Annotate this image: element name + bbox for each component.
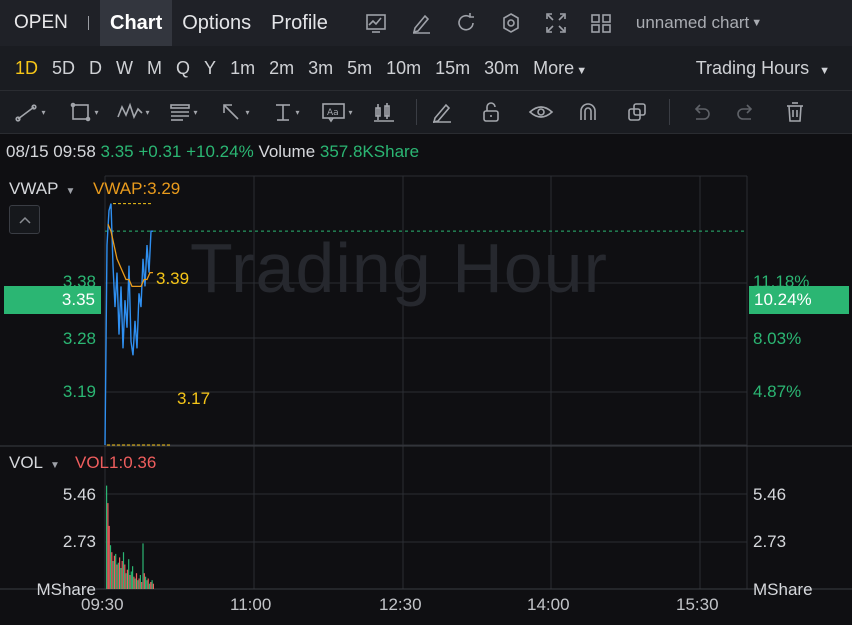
chevron-down-icon: ▼ <box>65 186 76 197</box>
vol-indicator-dropdown[interactable]: VOL ▼ <box>9 453 67 473</box>
time-axis-tick: 11:00 <box>230 595 272 614</box>
volume-bar <box>107 503 109 589</box>
time-axis-tick: 15:30 <box>676 595 719 614</box>
price-axis-left-tick: 3.19 <box>62 382 96 401</box>
indicator-name: VOL <box>9 453 44 472</box>
volume-bar <box>142 543 144 589</box>
low-price-label: 3.17 <box>177 389 211 408</box>
chevron-up-icon <box>18 216 31 224</box>
volume-bar <box>148 583 151 589</box>
volume-axis-left-tick: 2.73 <box>62 532 96 551</box>
volume-bar <box>143 573 145 589</box>
volume-bar <box>111 552 113 589</box>
volume-bar <box>116 564 118 589</box>
volume-bar <box>115 553 117 589</box>
volume-bar <box>133 576 135 589</box>
time-axis-tick: 14:00 <box>527 595 570 614</box>
volume-bar <box>152 583 154 589</box>
volume-bar <box>128 559 130 589</box>
current-pct-tag: 10.24% <box>749 286 849 314</box>
volume-bar <box>117 562 119 589</box>
time-axis-tick: 09:30 <box>81 595 124 614</box>
volume-bar <box>121 561 123 589</box>
price-axis-left-tick: 3.28 <box>62 329 96 348</box>
volume-bar <box>135 573 138 589</box>
volume-bar <box>126 569 128 589</box>
volume-bar <box>139 575 141 589</box>
volume-bar <box>122 552 125 589</box>
price-axis-right-tick: 4.87% <box>753 382 802 401</box>
volume-bar <box>141 582 143 589</box>
volume-bar <box>151 580 153 589</box>
volume-bar <box>112 561 114 589</box>
price-line <box>104 203 153 446</box>
vwap-value: VWAP:3.29 <box>93 179 181 198</box>
vol-value: VOL1:0.36 <box>75 453 157 472</box>
volume-bar <box>145 576 147 589</box>
volume-bar <box>124 564 126 589</box>
current-price-tag: 3.35 <box>4 286 101 314</box>
volume-bar <box>129 575 131 589</box>
volume-bar <box>150 582 152 589</box>
watermark: Trading Hour <box>190 229 608 307</box>
indicator-name: VWAP <box>9 179 59 198</box>
volume-bar <box>134 578 136 589</box>
vwap-indicator-dropdown[interactable]: VWAP ▼ <box>9 179 82 199</box>
time-axis-tick: 12:30 <box>379 595 422 614</box>
volume-axis-right-tick: 5.46 <box>753 485 787 504</box>
volume-axis-right-tick: 2.73 <box>753 532 787 551</box>
volume-bar <box>108 525 110 589</box>
volume-bar <box>119 557 121 589</box>
volume-bar <box>137 580 139 589</box>
collapse-button[interactable] <box>9 205 40 234</box>
volume-bar <box>147 578 149 589</box>
price-axis-right-tick: 8.03% <box>753 329 802 348</box>
volume-bar <box>132 566 134 589</box>
volume-bar <box>106 485 108 589</box>
volume-unit-right: MShare <box>753 580 813 599</box>
volume-bar <box>125 573 127 589</box>
volume-bar <box>146 580 148 589</box>
volume-bar <box>109 545 112 589</box>
volume-axis-left-tick: 5.46 <box>62 485 96 504</box>
high-price-label: 3.39 <box>156 269 190 288</box>
chevron-down-icon: ▼ <box>50 460 60 471</box>
chart-canvas[interactable] <box>0 0 852 625</box>
volume-series <box>106 485 154 589</box>
volume-bar <box>120 568 122 589</box>
volume-bar <box>130 571 132 589</box>
volume-bar <box>138 578 140 589</box>
volume-bar <box>113 555 115 589</box>
